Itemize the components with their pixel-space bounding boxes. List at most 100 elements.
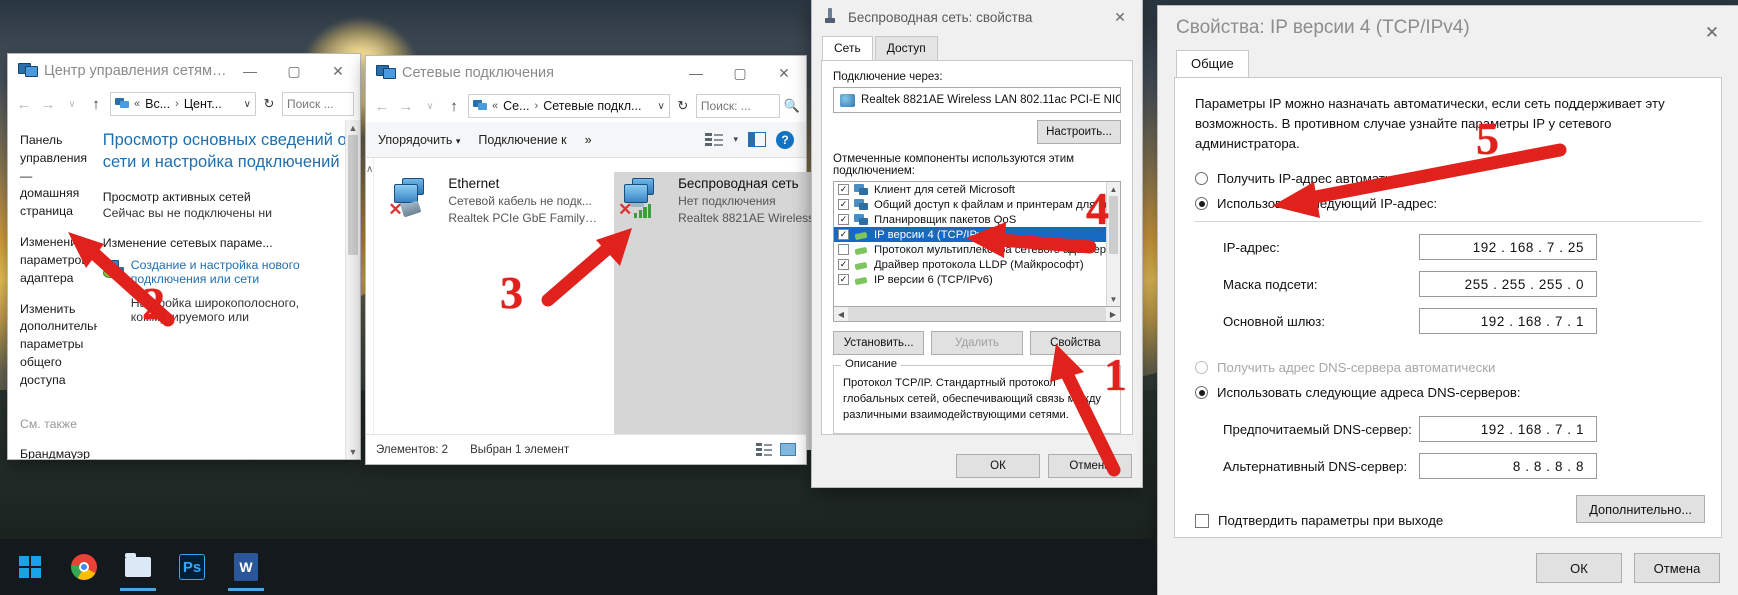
connect-to-button[interactable]: Подключение к xyxy=(478,133,566,147)
organize-button[interactable]: Упорядочить ▾ xyxy=(378,133,460,147)
breadcrumb-caret-icon[interactable]: ∨ xyxy=(657,101,664,112)
preferred-dns-field[interactable]: 192 . 168 . 7 . 1 xyxy=(1419,416,1597,443)
breadcrumb[interactable]: « Вс... › Цент... ∨ xyxy=(110,92,256,116)
components-listbox[interactable]: ✓ Клиент для сетей Microsoft ✓ Общий дос… xyxy=(833,181,1121,307)
advanced-button[interactable]: Дополнительно... xyxy=(1576,495,1705,523)
breadcrumb-part1[interactable]: Вс... xyxy=(145,97,170,111)
obtain-ip-automatically-radio[interactable]: Получить IP-адрес автоматически xyxy=(1195,171,1701,186)
taskbar-item-chrome[interactable] xyxy=(60,543,108,591)
sidebar-item-firewall[interactable]: Брандмауэр Windows xyxy=(20,446,90,459)
tab-network[interactable]: Сеть xyxy=(822,36,873,60)
window2-nav-collapse[interactable]: ∧ xyxy=(366,158,375,464)
close-button[interactable]: ✕ xyxy=(1098,0,1142,34)
refresh-button[interactable]: ↻ xyxy=(674,98,692,114)
maximize-button[interactable]: ▢ xyxy=(272,54,316,88)
breadcrumb-part2[interactable]: Цент... xyxy=(184,97,222,111)
window3-titlebar[interactable]: Беспроводная сеть: свойства ✕ xyxy=(812,0,1142,34)
taskbar-item-photoshop[interactable]: Ps xyxy=(168,543,216,591)
scroll-down-icon[interactable]: ▼ xyxy=(346,444,360,459)
up-button[interactable]: ↑ xyxy=(86,96,106,113)
component-item[interactable]: ✓ Общий доступ к файлам и принтерам для … xyxy=(834,197,1120,212)
recent-locations-button[interactable]: ∨ xyxy=(62,99,82,110)
hscroll-track[interactable] xyxy=(848,307,1106,321)
breadcrumb-part1[interactable]: Се... xyxy=(503,99,529,113)
component-checkbox[interactable]: ✓ xyxy=(838,259,849,270)
default-gateway-field[interactable]: 192 . 168 . 7 . 1 xyxy=(1419,308,1597,335)
validate-settings-checkbox[interactable] xyxy=(1195,513,1209,528)
change-adapter-settings-link[interactable]: Изменение параметров адаптера xyxy=(20,234,88,287)
taskbar-item-explorer[interactable] xyxy=(114,543,162,591)
back-button[interactable]: ← xyxy=(372,98,392,115)
scroll-up-icon[interactable]: ▲ xyxy=(346,120,360,135)
component-item[interactable]: ✓ Драйвер протокола LLDP (Майкрософт) xyxy=(834,257,1120,272)
back-button[interactable]: ← xyxy=(14,96,34,113)
ok-button[interactable]: ОК xyxy=(956,454,1040,478)
component-item[interactable]: ✓ Планировщик пакетов QoS xyxy=(834,212,1120,227)
breadcrumb-caret-icon[interactable]: ∨ xyxy=(244,99,251,110)
use-following-dns-radio[interactable]: Использовать следующие адреса DNS-сервер… xyxy=(1195,385,1701,400)
wireless-connection-item[interactable]: ✕ Беспроводная сеть Нет подключения Real… xyxy=(614,172,834,450)
more-commands-button[interactable]: » xyxy=(585,133,592,147)
breadcrumb[interactable]: « Се... › Сетевые подкл... ∨ xyxy=(468,94,670,118)
component-checkbox[interactable]: ✓ xyxy=(838,229,849,240)
search-icon[interactable]: 🔍 xyxy=(784,98,800,114)
component-checkbox[interactable]: ✓ xyxy=(838,274,849,285)
forward-button[interactable]: → xyxy=(396,98,416,115)
sidebar-item-control-panel-home[interactable]: Панель управления — домашняя страница xyxy=(20,132,87,221)
component-item[interactable]: Протокол мультиплексора сетевого адаптер… xyxy=(834,242,1120,257)
start-button[interactable] xyxy=(6,543,54,591)
component-checkbox[interactable]: ✓ xyxy=(838,199,849,210)
cancel-button[interactable]: Отмена xyxy=(1634,553,1720,583)
window1-scrollbar[interactable]: ▲ ▼ xyxy=(345,120,360,459)
up-button[interactable]: ↑ xyxy=(444,98,464,115)
new-connection-row[interactable]: Создание и настройка нового подключения … xyxy=(102,258,352,286)
refresh-button[interactable]: ↻ xyxy=(260,96,278,112)
scroll-down-icon[interactable]: ▼ xyxy=(1107,292,1120,306)
search-input[interactable]: Поиск ... xyxy=(282,92,354,116)
forward-button[interactable]: → xyxy=(38,96,58,113)
scroll-right-icon[interactable]: ▶ xyxy=(1106,310,1120,319)
view-caret-icon[interactable]: ▾ xyxy=(733,134,738,145)
scroll-thumb[interactable] xyxy=(348,135,358,255)
component-item[interactable]: ✓ Клиент для сетей Microsoft xyxy=(834,182,1120,197)
configure-button[interactable]: Настроить... xyxy=(1037,120,1121,144)
tab-sharing[interactable]: Доступ xyxy=(874,36,938,60)
preview-pane-icon[interactable] xyxy=(748,132,766,147)
component-item[interactable]: ✓ IP версии 6 (TCP/IPv6) xyxy=(834,272,1120,287)
change-advanced-sharing-link[interactable]: Изменить дополнительные параметры общего… xyxy=(20,301,97,390)
subnet-mask-field[interactable]: 255 . 255 . 255 . 0 xyxy=(1419,271,1597,298)
close-button[interactable]: ✕ xyxy=(1686,11,1738,55)
ethernet-connection-item[interactable]: ✕ Ethernet Сетевой кабель не подк... Rea… xyxy=(384,172,604,450)
tiles-view-icon[interactable] xyxy=(780,443,796,456)
minimize-button[interactable]: — xyxy=(228,54,272,88)
scroll-thumb[interactable] xyxy=(1109,196,1118,254)
use-following-ip-radio[interactable]: Использовать следующий IP-адрес: xyxy=(1195,196,1701,211)
breadcrumb-part2[interactable]: Сетевые подкл... xyxy=(543,99,641,113)
scroll-left-icon[interactable]: ◀ xyxy=(834,310,848,319)
component-checkbox[interactable]: ✓ xyxy=(838,184,849,195)
window2-titlebar[interactable]: Сетевые подключения — ▢ ✕ xyxy=(366,56,806,90)
ok-button[interactable]: ОК xyxy=(1536,553,1622,583)
alternate-dns-field[interactable]: 8 . 8 . 8 . 8 xyxy=(1419,453,1597,480)
component-checkbox[interactable] xyxy=(838,244,849,255)
help-icon[interactable]: ? xyxy=(776,130,794,149)
obtain-dns-automatically-radio[interactable]: Получить адрес DNS-сервера автоматически xyxy=(1195,360,1701,375)
view-options-icon[interactable] xyxy=(705,132,724,147)
cancel-button[interactable]: Отмена xyxy=(1048,454,1132,478)
window4-titlebar[interactable]: Свойства: IP версии 4 (TCP/IPv4) ✕ xyxy=(1158,6,1738,50)
close-button[interactable]: ✕ xyxy=(762,56,806,90)
maximize-button[interactable]: ▢ xyxy=(718,56,762,90)
minimize-button[interactable]: — xyxy=(674,56,718,90)
component-checkbox[interactable]: ✓ xyxy=(838,214,849,225)
close-button[interactable]: ✕ xyxy=(316,54,360,88)
details-view-icon[interactable] xyxy=(756,443,772,456)
ipv4-component-item[interactable]: ✓ IP версии 4 (TCP/IPv4) xyxy=(834,227,1120,242)
ip-address-field[interactable]: 192 . 168 . 7 . 25 xyxy=(1419,234,1597,261)
taskbar-item-word[interactable]: W xyxy=(222,543,270,591)
install-button[interactable]: Установить... xyxy=(833,331,925,355)
recent-locations-button[interactable]: ∨ xyxy=(420,101,440,112)
window1-titlebar[interactable]: Центр управления сетями и об... — ▢ ✕ xyxy=(8,54,360,88)
tab-general[interactable]: Общие xyxy=(1176,50,1249,77)
search-input[interactable]: Поиск: ... xyxy=(695,94,780,118)
components-hscrollbar[interactable]: ◀ ▶ xyxy=(833,307,1121,322)
